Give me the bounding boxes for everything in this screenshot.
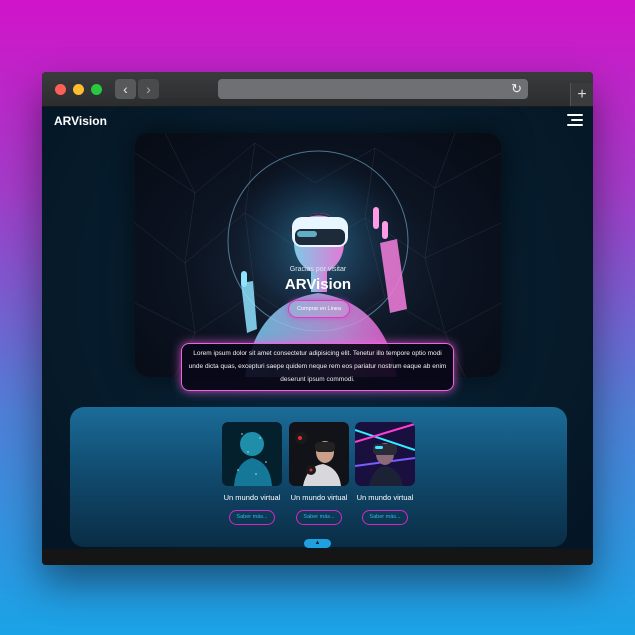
hero-description: Lorem ipsum dolor sit amet consectetur a… (181, 343, 454, 391)
card-label: Un mundo virtual (356, 493, 414, 502)
minimize-window-button[interactable] (73, 84, 84, 95)
back-button[interactable]: ‹ (115, 79, 136, 99)
learn-more-button[interactable]: Saber más... (296, 510, 342, 525)
hero-title: ARVision (284, 276, 352, 293)
new-tab-button[interactable]: + (570, 83, 593, 106)
hamburger-menu-icon[interactable] (567, 114, 583, 127)
reload-icon[interactable]: ↻ (511, 80, 522, 98)
web-page: ARVision Gracias por visitar ARVision Co… (42, 107, 593, 565)
learn-more-button[interactable]: Saber más... (229, 510, 275, 525)
feature-card[interactable]: Un mundo virtual Saber más... (355, 422, 415, 527)
arrow-up-icon: ▲ (314, 540, 321, 546)
forward-button[interactable]: › (138, 79, 159, 99)
learn-more-button[interactable]: Saber más... (362, 510, 408, 525)
scroll-to-top-button[interactable]: ▲ (304, 539, 331, 548)
card-label: Un mundo virtual (223, 493, 281, 502)
plus-icon: + (577, 86, 587, 103)
hero-banner: Gracias por visitar ARVision Comprar en … (135, 133, 501, 377)
page-footer (42, 549, 593, 565)
card-label: Un mundo virtual (290, 493, 348, 502)
card-image-holographic-head (222, 422, 282, 486)
browser-toolbar: ‹ › ↻ + (42, 72, 593, 107)
buy-online-button[interactable]: Comprar en Linea (288, 300, 350, 318)
close-window-button[interactable] (55, 84, 66, 95)
chevron-left-icon: ‹ (123, 81, 128, 97)
hero-vr-illustration (135, 133, 501, 377)
card-image-vr-gloves (289, 422, 349, 486)
browser-window: ‹ › ↻ + ARVision Gracias por visitar ARV… (42, 72, 593, 565)
feature-card[interactable]: Un mundo virtual Saber más... (222, 422, 282, 527)
address-bar[interactable]: ↻ (218, 79, 528, 99)
chevron-right-icon: › (146, 81, 151, 97)
hero-subtitle: Gracias por visitar (289, 266, 347, 273)
maximize-window-button[interactable] (91, 84, 102, 95)
card-image-neon-vr (355, 422, 415, 486)
site-logo[interactable]: ARVision (54, 114, 107, 128)
feature-card[interactable]: Un mundo virtual Saber más... (289, 422, 349, 527)
